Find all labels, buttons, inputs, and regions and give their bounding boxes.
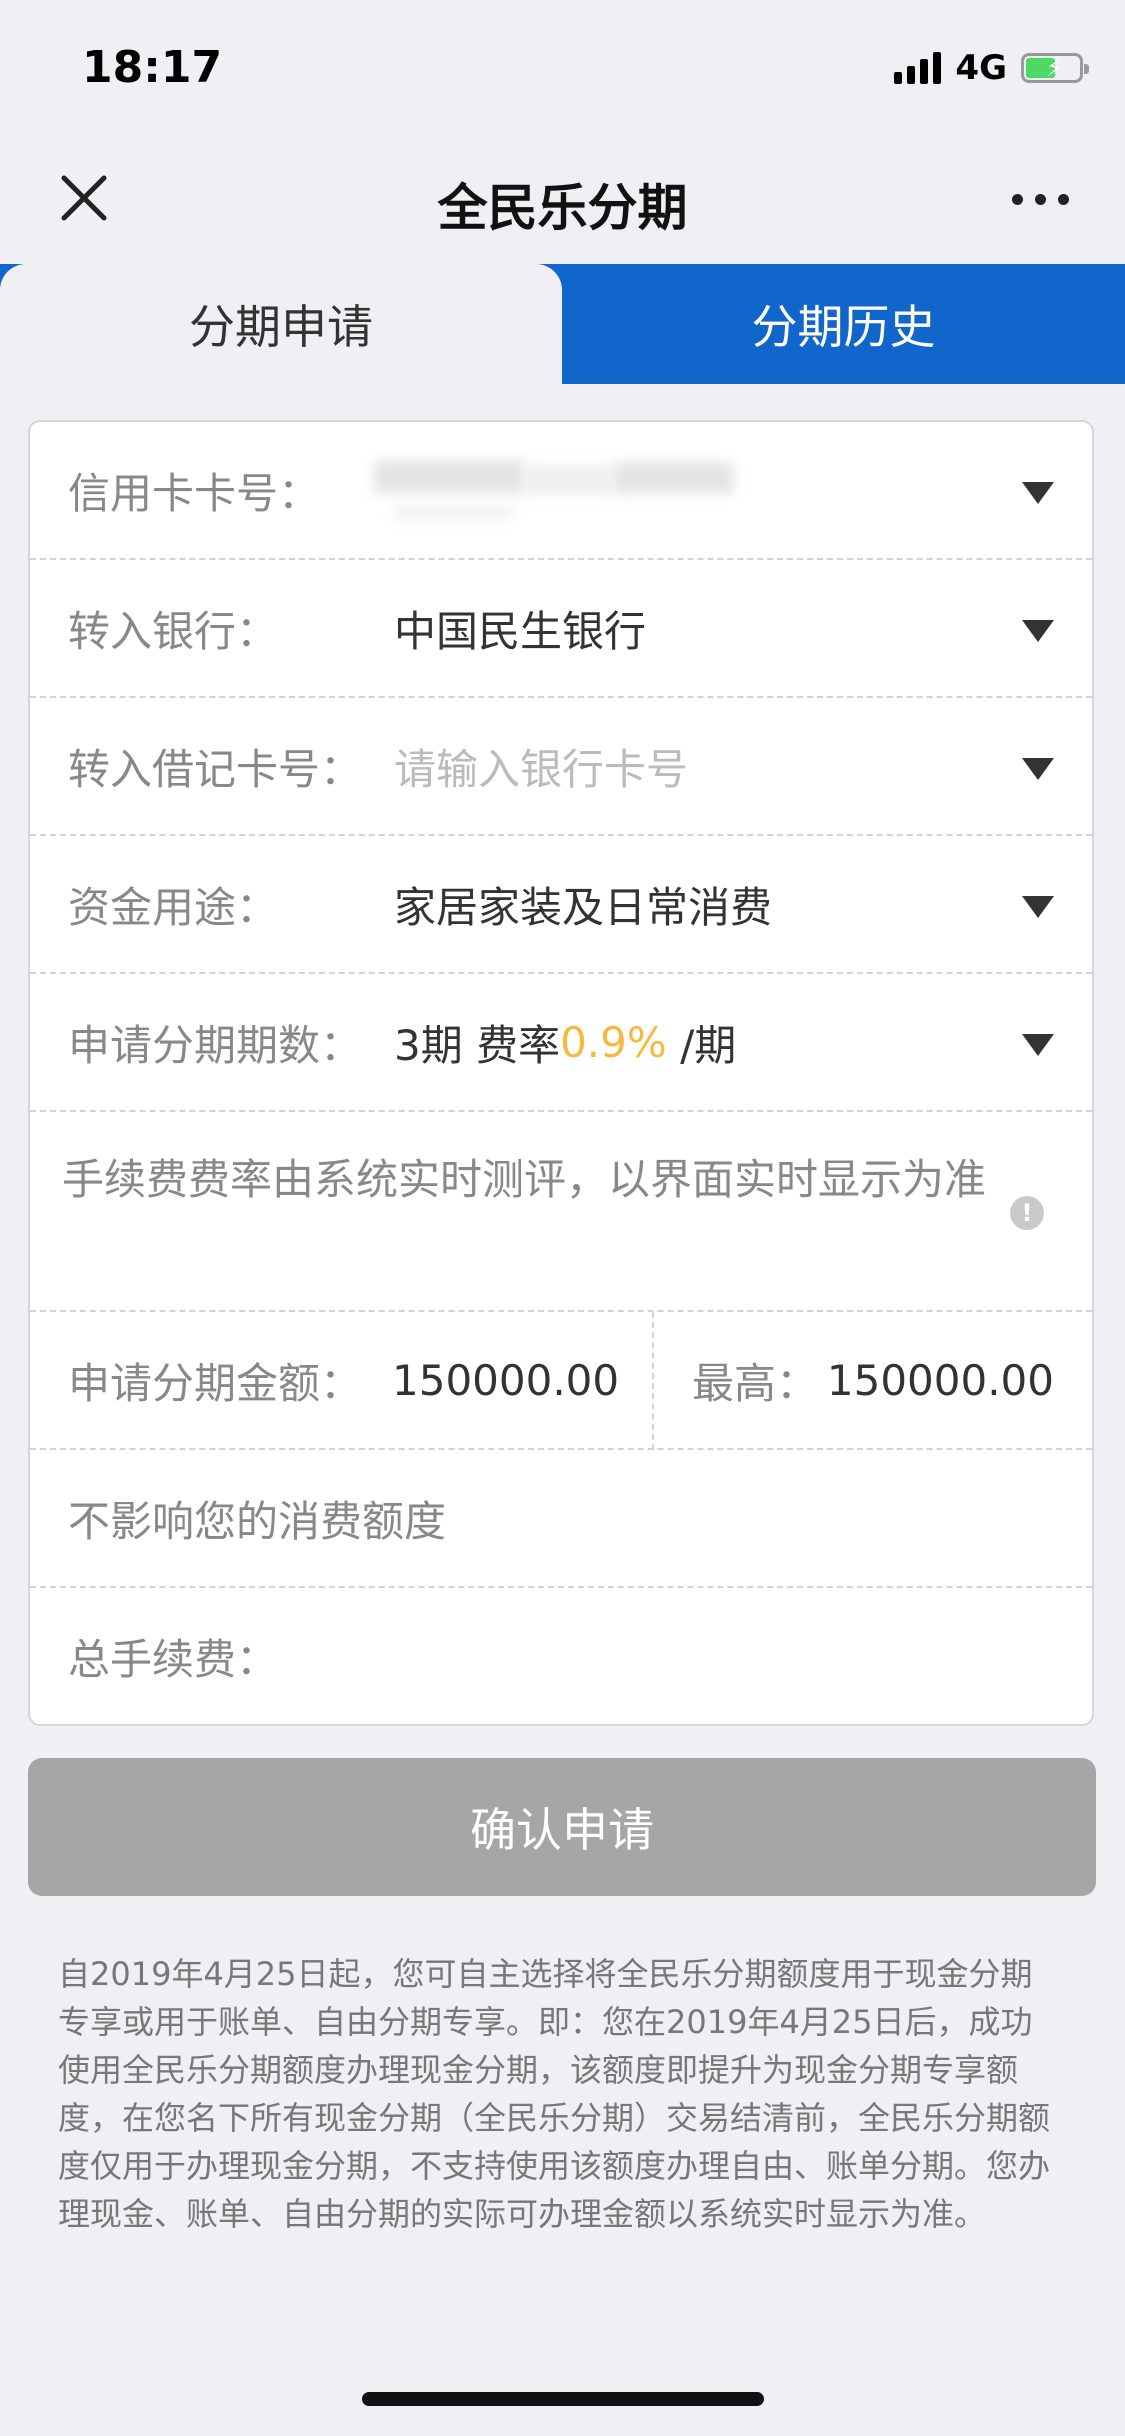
dropdown-arrow-icon[interactable]	[1022, 620, 1054, 642]
amount-label: 申请分期金额：	[68, 1358, 363, 1408]
bank-value: 中国民生银行	[394, 606, 647, 656]
card-number-label: 信用卡卡号：	[68, 468, 321, 518]
periods-row[interactable]: 申请分期期数： 3期 费率 0.9% /期	[30, 974, 1092, 1112]
status-time: 18:17	[82, 42, 223, 93]
card-number-row[interactable]: 信用卡卡号：	[30, 422, 1092, 560]
page-title: 全民乐分期	[437, 179, 688, 237]
dropdown-arrow-icon[interactable]	[1022, 896, 1054, 918]
max-amount-value: 150000.00	[826, 1355, 1054, 1405]
confirm-apply-button[interactable]: 确认申请	[28, 1758, 1096, 1896]
limit-note-text: 不影响您的消费额度	[68, 1496, 447, 1546]
bank-row[interactable]: 转入银行： 中国民生银行	[30, 560, 1092, 698]
dropdown-arrow-icon[interactable]	[1022, 482, 1054, 504]
periods-count: 3期 费率	[394, 1020, 561, 1070]
tab-installment-history[interactable]: 分期历史	[562, 264, 1125, 384]
periods-label: 申请分期期数：	[68, 1020, 363, 1070]
nav-bar: 全民乐分期	[0, 140, 1125, 264]
debit-card-label: 转入借记卡号：	[68, 744, 363, 794]
home-indicator[interactable]	[362, 2392, 764, 2406]
per-period-suffix: /期	[666, 1020, 737, 1070]
max-amount-label: 最高：	[692, 1358, 819, 1408]
amount-row: 申请分期金额： 150000.00 最高： 150000.00	[30, 1312, 1092, 1450]
total-fee-row: 总手续费：	[30, 1588, 1092, 1726]
status-bar: 18:17 4G ⚡	[0, 0, 1125, 140]
debit-card-input[interactable]: 请输入银行卡号	[394, 698, 688, 834]
disclaimer-text: 自2019年4月25日起，您可自主选择将全民乐分期额度用于现金分期专享或用于账单…	[58, 1955, 1051, 2233]
dropdown-arrow-icon[interactable]	[1022, 758, 1054, 780]
purpose-row[interactable]: 资金用途： 家居家装及日常消费	[30, 836, 1092, 974]
more-icon[interactable]	[1012, 194, 1069, 205]
bank-label: 转入银行：	[68, 606, 279, 656]
amount-input[interactable]: 150000.00	[392, 1312, 619, 1448]
rate-note-row: 手续费费率由系统实时测评，以界面实时显示为准 !	[30, 1112, 1092, 1312]
purpose-value: 家居家装及日常消费	[394, 882, 773, 932]
rate-note-text: 手续费费率由系统实时测评，以界面实时显示为准	[62, 1155, 987, 1204]
network-type: 4G	[955, 48, 1007, 88]
installment-form: 信用卡卡号： 转入银行： 中国民生银行 转入借记卡号： 请输入银行卡号 资金用途…	[28, 420, 1094, 1726]
status-indicators: 4G ⚡	[894, 48, 1089, 88]
tab-installment-apply[interactable]: 分期申请	[0, 264, 562, 384]
periods-value: 3期 费率 0.9% /期	[394, 974, 736, 1110]
divider	[652, 1312, 654, 1450]
debit-card-row[interactable]: 转入借记卡号： 请输入银行卡号	[30, 698, 1092, 836]
dropdown-arrow-icon[interactable]	[1022, 1034, 1054, 1056]
tab-bar: 分期申请 分期历史	[0, 264, 1125, 384]
charging-icon: ⚡	[1046, 54, 1063, 82]
fee-rate: 0.9%	[560, 1017, 667, 1067]
limit-note-row: 不影响您的消费额度	[30, 1450, 1092, 1588]
total-fee-label: 总手续费：	[68, 1634, 279, 1684]
signal-icon	[894, 52, 942, 84]
info-icon[interactable]: !	[1010, 1196, 1044, 1230]
purpose-label: 资金用途：	[68, 882, 279, 932]
masked-card-number	[374, 440, 786, 540]
battery-icon: ⚡	[1021, 53, 1089, 83]
